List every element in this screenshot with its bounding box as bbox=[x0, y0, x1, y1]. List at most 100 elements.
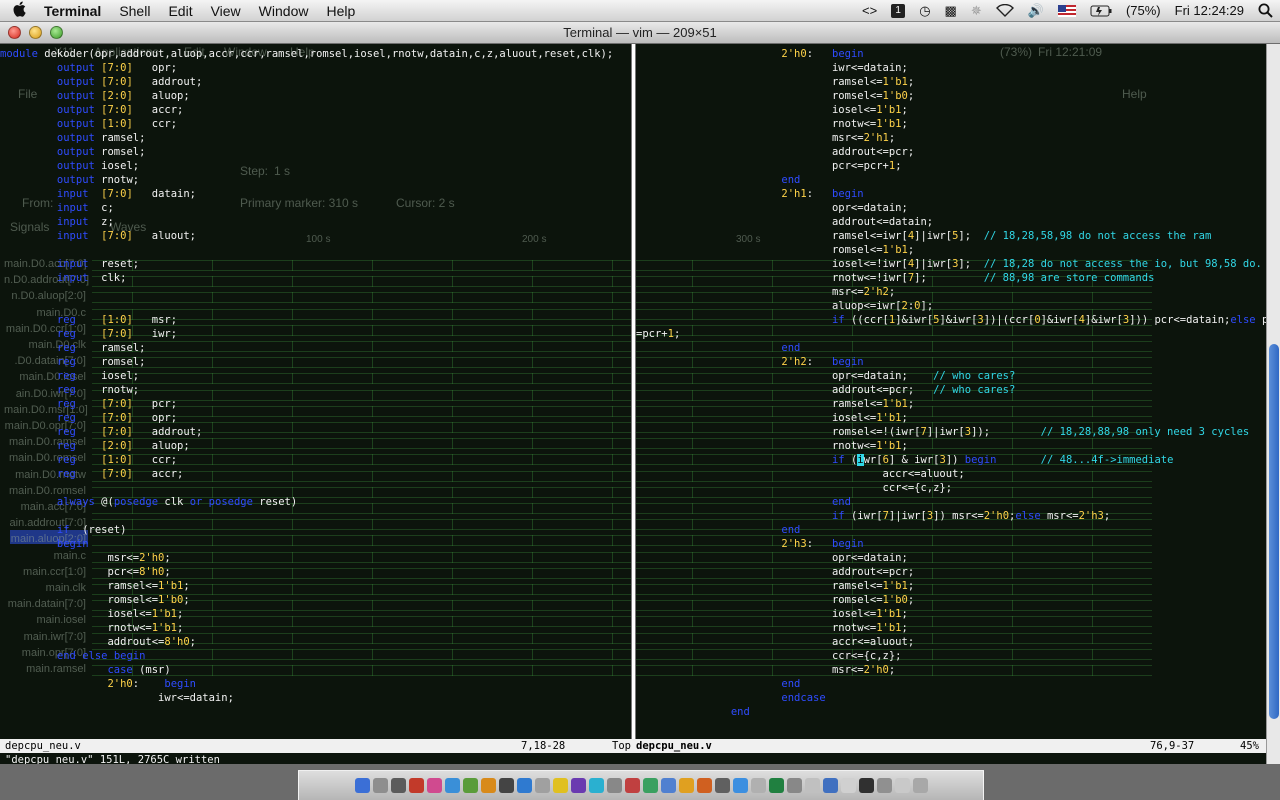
time-machine-icon[interactable]: ◷ bbox=[912, 3, 937, 19]
left-code-line[interactable]: input [7:0] datain; bbox=[0, 187, 613, 201]
left-code-line[interactable]: output romsel; bbox=[0, 145, 613, 159]
dock-app-icon[interactable] bbox=[462, 778, 478, 793]
dock-app-icon[interactable] bbox=[750, 778, 766, 793]
left-code-line[interactable]: reg iosel; bbox=[0, 369, 613, 383]
dock-app-icon[interactable] bbox=[516, 778, 532, 793]
left-code-line[interactable]: reg [7:0] accr; bbox=[0, 467, 613, 481]
left-code-line[interactable]: output [2:0] aluop; bbox=[0, 89, 613, 103]
dock-app-icon[interactable] bbox=[390, 778, 406, 793]
dock-app-icon[interactable] bbox=[840, 778, 856, 793]
dock-app-icon[interactable] bbox=[372, 778, 388, 793]
display-icon[interactable]: ▩ bbox=[938, 3, 964, 19]
menu-view[interactable]: View bbox=[202, 3, 250, 19]
terminal-title-bar[interactable]: Terminal — vim — 209×51 bbox=[0, 22, 1280, 44]
right-code-line[interactable]: 2'h0: begin bbox=[636, 47, 1266, 61]
dock-app-icon[interactable] bbox=[552, 778, 568, 793]
left-code-line[interactable]: ramsel<=1'b1; bbox=[0, 579, 613, 593]
left-code-line[interactable]: output iosel; bbox=[0, 159, 613, 173]
right-code-line[interactable]: romsel<=1'b1; bbox=[636, 243, 1266, 257]
left-code-line[interactable]: case (msr) bbox=[0, 663, 613, 677]
terminal-scrollbar[interactable] bbox=[1266, 44, 1280, 764]
right-code-line[interactable]: if (iwr[6] & iwr[3]) begin // 48...4f->i… bbox=[636, 453, 1266, 467]
dock-app-icon[interactable] bbox=[858, 778, 874, 793]
vim-right-pane[interactable]: 2'h0: begin iwr<=datain; ramsel<=1'b1; r… bbox=[636, 44, 1266, 739]
right-code-line[interactable]: rnotw<=!iwr[7]; // 88,98 are store comma… bbox=[636, 271, 1266, 285]
right-code-line[interactable]: end bbox=[636, 173, 1266, 187]
dock-app-icon[interactable] bbox=[822, 778, 838, 793]
left-code-line[interactable]: input c; bbox=[0, 201, 613, 215]
menu-window[interactable]: Window bbox=[250, 3, 318, 19]
right-code-line[interactable]: ramsel<=1'b1; bbox=[636, 75, 1266, 89]
right-code-line[interactable]: iosel<=1'b1; bbox=[636, 607, 1266, 621]
right-code-line[interactable]: iosel<=1'b1; bbox=[636, 411, 1266, 425]
left-code-line[interactable]: msr<=2'h0; bbox=[0, 551, 613, 565]
left-code-line[interactable]: begin bbox=[0, 537, 613, 551]
right-code-line[interactable]: addrout<=datain; bbox=[636, 215, 1266, 229]
right-code-line[interactable]: 2'h2: begin bbox=[636, 355, 1266, 369]
right-code-line[interactable]: ramsel<=1'b1; bbox=[636, 579, 1266, 593]
right-code-line[interactable]: addrout<=pcr; bbox=[636, 565, 1266, 579]
vim-command-line[interactable]: "depcpu_neu.v" 151L, 2765C written bbox=[0, 753, 1266, 764]
left-code-line[interactable]: addrout<=8'h0; bbox=[0, 635, 613, 649]
right-code-line[interactable]: rnotw<=1'b1; bbox=[636, 117, 1266, 131]
right-code-line[interactable]: ramsel<=iwr[4]|iwr[5]; // 18,28,58,98 do… bbox=[636, 229, 1266, 243]
volume-icon[interactable]: 🔊 bbox=[1021, 3, 1051, 19]
right-code-line[interactable]: end bbox=[636, 523, 1266, 537]
right-code-line[interactable]: ccr<={c,z}; bbox=[636, 649, 1266, 663]
right-code-line[interactable]: addrout<=pcr; bbox=[636, 145, 1266, 159]
close-window-button[interactable] bbox=[8, 26, 21, 39]
right-code-line[interactable]: aluop<=iwr[2:0]; bbox=[636, 299, 1266, 313]
left-code-line[interactable]: reg romsel; bbox=[0, 355, 613, 369]
left-code-line[interactable]: output [1:0] ccr; bbox=[0, 117, 613, 131]
dock-app-icon[interactable] bbox=[732, 778, 748, 793]
script-menu-icon[interactable]: <> bbox=[855, 3, 884, 18]
left-code-line[interactable]: iwr<=datain; bbox=[0, 691, 613, 705]
right-code-line[interactable]: romsel<=1'b0; bbox=[636, 593, 1266, 607]
left-code-line[interactable]: output ramsel; bbox=[0, 131, 613, 145]
dock-app-icon[interactable] bbox=[408, 778, 424, 793]
left-code-line[interactable]: reg [7:0] iwr; bbox=[0, 327, 613, 341]
left-code-line[interactable]: output [7:0] opr; bbox=[0, 61, 613, 75]
right-code-line[interactable]: if ((ccr[1]&iwr[5]&iwr[3])|(ccr[0]&iwr[4… bbox=[636, 313, 1266, 327]
right-code-line[interactable]: endcase bbox=[636, 691, 1266, 705]
vim-left-code[interactable]: module dekoder(opr,addrout,aluop,accr,cc… bbox=[0, 47, 613, 705]
left-code-line[interactable]: 2'h0: begin bbox=[0, 677, 613, 691]
left-code-line[interactable]: reg [2:0] aluop; bbox=[0, 439, 613, 453]
zoom-window-button[interactable] bbox=[50, 26, 63, 39]
left-code-line[interactable]: output [7:0] addrout; bbox=[0, 75, 613, 89]
left-code-line[interactable]: iosel<=1'b1; bbox=[0, 607, 613, 621]
right-code-line[interactable]: 2'h3: begin bbox=[636, 537, 1266, 551]
vim-left-pane[interactable]: module dekoder(opr,addrout,aluop,accr,cc… bbox=[0, 44, 631, 739]
dock-app-icon[interactable] bbox=[570, 778, 586, 793]
left-code-line[interactable]: end else begin bbox=[0, 649, 613, 663]
minimize-window-button[interactable] bbox=[29, 26, 42, 39]
right-code-line[interactable]: msr<=2'h0; bbox=[636, 663, 1266, 677]
dictionary-icon[interactable]: 1 bbox=[884, 3, 912, 18]
left-code-line[interactable]: romsel<=1'b0; bbox=[0, 593, 613, 607]
dock-app-icon[interactable] bbox=[606, 778, 622, 793]
left-code-line[interactable] bbox=[0, 481, 613, 495]
right-code-line[interactable]: end bbox=[636, 341, 1266, 355]
left-code-line[interactable]: reg rnotw; bbox=[0, 383, 613, 397]
dock-app-icon[interactable] bbox=[426, 778, 442, 793]
left-code-line[interactable]: pcr<=8'h0; bbox=[0, 565, 613, 579]
right-code-line[interactable]: accr<=aluout; bbox=[636, 467, 1266, 481]
left-code-line[interactable]: input reset; bbox=[0, 257, 613, 271]
dock-app-icon[interactable] bbox=[534, 778, 550, 793]
dock-app-icon[interactable] bbox=[354, 778, 370, 793]
dock-app-icon[interactable] bbox=[498, 778, 514, 793]
right-code-line[interactable]: iosel<=1'b1; bbox=[636, 103, 1266, 117]
dock-app-icon[interactable] bbox=[894, 778, 910, 793]
left-code-line[interactable]: module dekoder(opr,addrout,aluop,accr,cc… bbox=[0, 47, 613, 61]
scrollbar-thumb[interactable] bbox=[1269, 344, 1279, 719]
dock-app-icon[interactable] bbox=[624, 778, 640, 793]
dock-app-icon[interactable] bbox=[678, 778, 694, 793]
dock-app-icon[interactable] bbox=[804, 778, 820, 793]
right-code-line[interactable]: end bbox=[636, 677, 1266, 691]
menu-shell[interactable]: Shell bbox=[110, 3, 159, 19]
left-code-line[interactable]: reg ramsel; bbox=[0, 341, 613, 355]
dock-app-icon[interactable] bbox=[696, 778, 712, 793]
right-code-line[interactable]: 2'h1: begin bbox=[636, 187, 1266, 201]
right-code-line[interactable]: msr<=2'h2; bbox=[636, 285, 1266, 299]
right-code-line[interactable]: romsel<=1'b0; bbox=[636, 89, 1266, 103]
